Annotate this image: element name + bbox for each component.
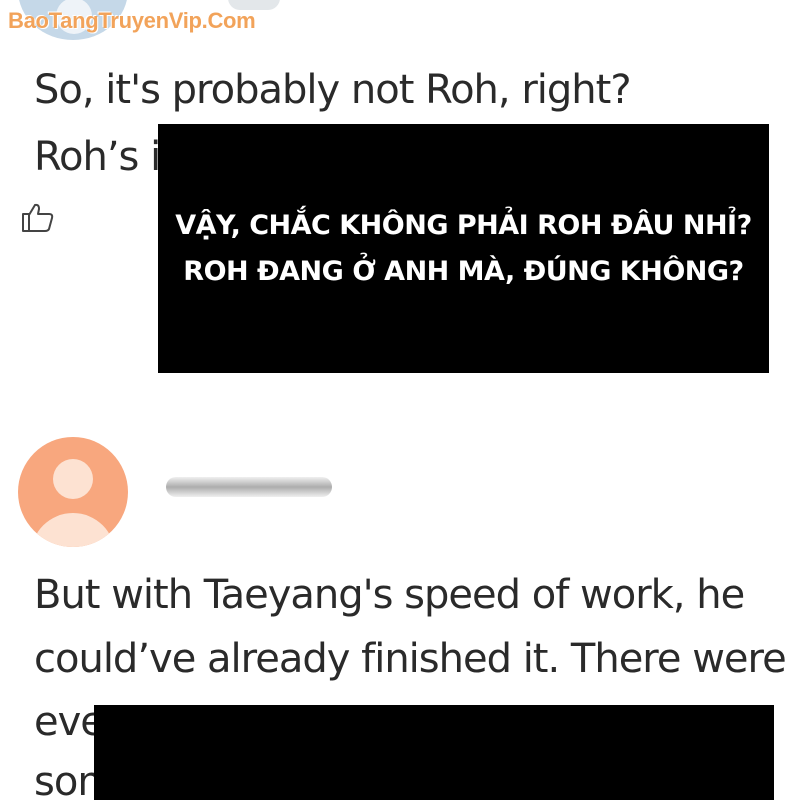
- comment-text-line: But with Taeyang's speed of work, he: [34, 572, 745, 618]
- comment-text-line: Roh’s i: [34, 134, 161, 180]
- watermark: BaoTangTruyenVip.Com: [8, 8, 256, 33]
- comment-text-line: So, it's probably not Roh, right?: [34, 67, 632, 113]
- avatar[interactable]: [18, 437, 128, 547]
- thumbs-up-icon[interactable]: [20, 200, 56, 236]
- username-blurred: [166, 477, 332, 497]
- caption-line: ROH ĐANG Ở ANH MÀ, ĐÚNG KHÔNG?: [183, 255, 744, 287]
- caption-box: VẬY, CHẮC KHÔNG PHẢI ROH ĐÂU NHỈ? ROH ĐA…: [158, 124, 769, 373]
- person-icon: [53, 459, 93, 499]
- caption-line: VẬY, CHẮC KHÔNG PHẢI ROH ĐÂU NHỈ?: [175, 209, 752, 241]
- comment-text-line: could’ve already finished it. There were: [34, 636, 787, 682]
- redaction-box: [94, 705, 774, 800]
- person-body: [31, 513, 115, 547]
